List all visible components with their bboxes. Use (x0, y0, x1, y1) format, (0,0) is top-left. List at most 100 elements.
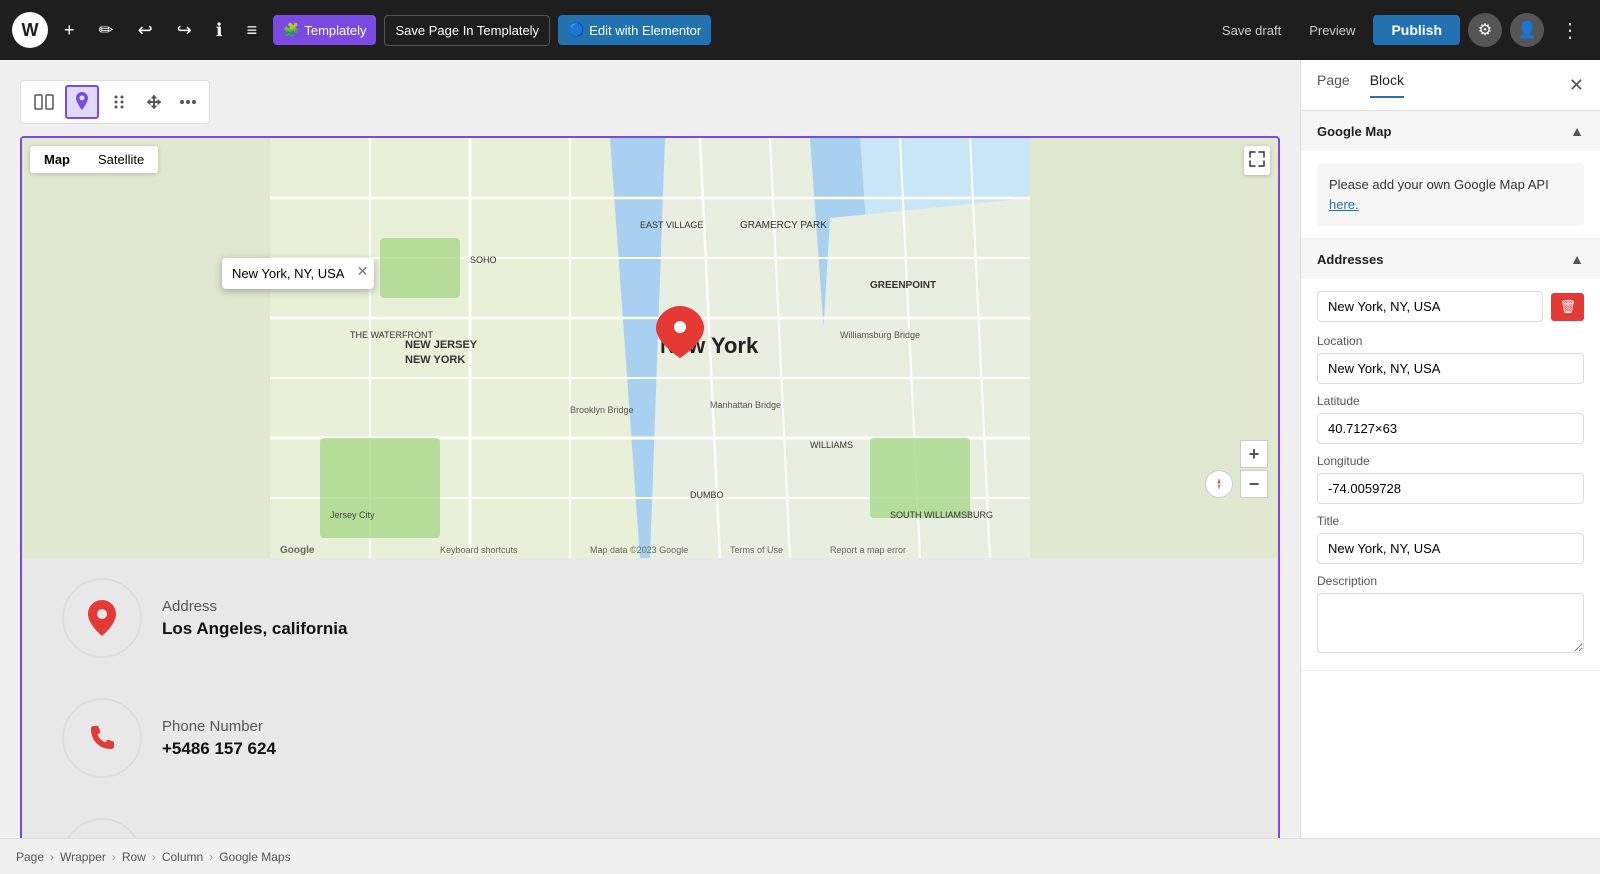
map-info-box: New York, NY, USA ✕ (222, 258, 374, 289)
map-block: NEW JERSEY NEW YORK New York Jersey City… (20, 136, 1280, 838)
wp-logo[interactable]: W (12, 12, 48, 48)
title-input[interactable] (1317, 533, 1584, 564)
google-map-info-box: Please add your own Google Map API here. (1317, 163, 1584, 226)
redo-button[interactable]: ↪ (169, 13, 200, 48)
svg-text:Google: Google (280, 545, 315, 556)
phone-icon-circle (62, 698, 142, 778)
phone-value: +5486 157 624 (162, 739, 276, 759)
templately-icon: 🧩 (283, 22, 299, 38)
svg-text:Map data ©2023 Google: Map data ©2023 Google (590, 545, 688, 555)
map-zoom-controls: + − (1240, 440, 1268, 498)
column-layout-button[interactable] (27, 89, 61, 115)
pin-button[interactable] (65, 85, 99, 119)
longitude-input[interactable] (1317, 473, 1584, 504)
edit-pen-button[interactable]: ✏ (91, 13, 122, 48)
google-map-toggle-icon: ▲ (1570, 123, 1584, 139)
list-button[interactable]: ≡ (239, 13, 266, 48)
address-text: Address Los Angeles, california (162, 598, 347, 639)
address-item: 🗑 (1317, 291, 1584, 322)
elementor-icon: 🔵 (568, 22, 584, 38)
breadcrumb: Page › Wrapper › Row › Column › Google M… (0, 838, 1600, 874)
sidebar-header: Page Block ✕ (1301, 60, 1600, 111)
fullscreen-button[interactable] (1244, 146, 1270, 175)
latitude-input[interactable] (1317, 413, 1584, 444)
settings-button[interactable]: ⚙ (1468, 13, 1502, 47)
addresses-title: Addresses (1317, 252, 1383, 267)
google-map-section: Google Map ▲ Please add your own Google … (1301, 111, 1600, 239)
add-button[interactable]: + (56, 13, 83, 48)
svg-text:Brooklyn Bridge: Brooklyn Bridge (570, 405, 634, 415)
phone-text: Phone Number +5486 157 624 (162, 718, 276, 759)
block-toolbar (20, 80, 210, 124)
breadcrumb-wrapper[interactable]: Wrapper (60, 850, 106, 864)
svg-text:Keyboard shortcuts: Keyboard shortcuts (440, 545, 518, 555)
more-options-button[interactable] (173, 95, 203, 109)
more-button[interactable]: ⋮ (1552, 11, 1588, 50)
preview-button[interactable]: Preview (1299, 17, 1365, 44)
svg-text:Terms of Use: Terms of Use (730, 545, 783, 555)
addresses-section-header[interactable]: Addresses ▲ (1301, 239, 1600, 279)
phone-label: Phone Number (162, 718, 276, 735)
user-button[interactable]: 👤 (1510, 13, 1544, 47)
svg-text:Report a map error: Report a map error (830, 545, 906, 555)
map-svg: NEW JERSEY NEW YORK New York Jersey City… (22, 138, 1278, 558)
address-delete-button[interactable]: 🗑 (1551, 293, 1584, 321)
svg-text:Williamsburg Bridge: Williamsburg Bridge (840, 330, 920, 340)
svg-text:Manhattan Bridge: Manhattan Bridge (710, 400, 781, 410)
canvas: NEW JERSEY NEW YORK New York Jersey City… (0, 60, 1300, 838)
description-label: Description (1317, 574, 1584, 588)
google-map-link[interactable]: here. (1329, 197, 1359, 212)
breadcrumb-sep-4: › (209, 850, 213, 864)
svg-text:NEW YORK: NEW YORK (405, 354, 465, 366)
svg-text:SOUTH WILLIAMSBURG: SOUTH WILLIAMSBURG (890, 510, 993, 520)
svg-text:WILLIAMS: WILLIAMS (810, 440, 853, 450)
breadcrumb-google-maps[interactable]: Google Maps (219, 850, 290, 864)
compass (1205, 470, 1233, 498)
svg-text:NEW JERSEY: NEW JERSEY (405, 339, 478, 351)
move-button[interactable] (103, 88, 135, 116)
tab-page[interactable]: Page (1317, 72, 1350, 98)
tab-block[interactable]: Block (1370, 72, 1404, 98)
location-input[interactable] (1317, 353, 1584, 384)
google-map-body: Please add your own Google Map API here. (1301, 151, 1600, 238)
map-container[interactable]: NEW JERSEY NEW YORK New York Jersey City… (22, 138, 1278, 558)
breadcrumb-row[interactable]: Row (122, 850, 146, 864)
google-map-title: Google Map (1317, 124, 1391, 139)
top-bar: W + ✏ ↩ ↪ ℹ ≡ 🧩 Templately Save Page In … (0, 0, 1600, 60)
description-textarea[interactable] (1317, 593, 1584, 653)
svg-text:GRAMERCY PARK: GRAMERCY PARK (740, 220, 827, 231)
contact-phone-item: Phone Number +5486 157 624 (62, 698, 1238, 778)
edit-elementor-button[interactable]: 🔵 Edit with Elementor (558, 15, 711, 45)
arrows-button[interactable] (139, 89, 169, 115)
save-draft-button[interactable]: Save draft (1212, 17, 1291, 44)
main-area: NEW JERSEY NEW YORK New York Jersey City… (0, 60, 1600, 838)
map-tab-button[interactable]: Map (30, 146, 84, 173)
publish-button[interactable]: Publish (1373, 15, 1460, 45)
map-info-close-button[interactable]: ✕ (357, 263, 369, 280)
zoom-out-button[interactable]: − (1240, 470, 1268, 498)
zoom-in-button[interactable]: + (1240, 440, 1268, 468)
svg-text:EAST VILLAGE: EAST VILLAGE (640, 220, 703, 230)
contact-section: Address Los Angeles, california Phone Nu… (22, 558, 1278, 838)
templately-button[interactable]: 🧩 Templately (273, 15, 376, 45)
info-button[interactable]: ℹ (208, 13, 231, 48)
google-map-section-header[interactable]: Google Map ▲ (1301, 111, 1600, 151)
breadcrumb-column[interactable]: Column (162, 850, 203, 864)
addresses-toggle-icon: ▲ (1570, 251, 1584, 267)
breadcrumb-page[interactable]: Page (16, 850, 44, 864)
addresses-body: 🗑 Location Latitude Longitude Title Desc… (1301, 279, 1600, 670)
save-templately-button[interactable]: Save Page In Templately (384, 15, 550, 46)
svg-text:GREENPOINT: GREENPOINT (870, 280, 936, 291)
google-map-info-text: Please add your own Google Map API (1329, 177, 1549, 192)
satellite-tab-button[interactable]: Satellite (84, 146, 158, 173)
email-label: Email (162, 838, 327, 839)
latitude-label: Latitude (1317, 394, 1584, 408)
contact-address-item: Address Los Angeles, california (62, 578, 1238, 658)
undo-button[interactable]: ↩ (130, 13, 161, 48)
sidebar-close-button[interactable]: ✕ (1569, 75, 1584, 96)
svg-text:THE WATERFRONT: THE WATERFRONT (350, 330, 433, 340)
address-input[interactable] (1317, 291, 1543, 322)
address-icon-circle (62, 578, 142, 658)
map-info-text: New York, NY, USA (232, 266, 344, 281)
addresses-section: Addresses ▲ 🗑 Location Latitude Longitud… (1301, 239, 1600, 671)
